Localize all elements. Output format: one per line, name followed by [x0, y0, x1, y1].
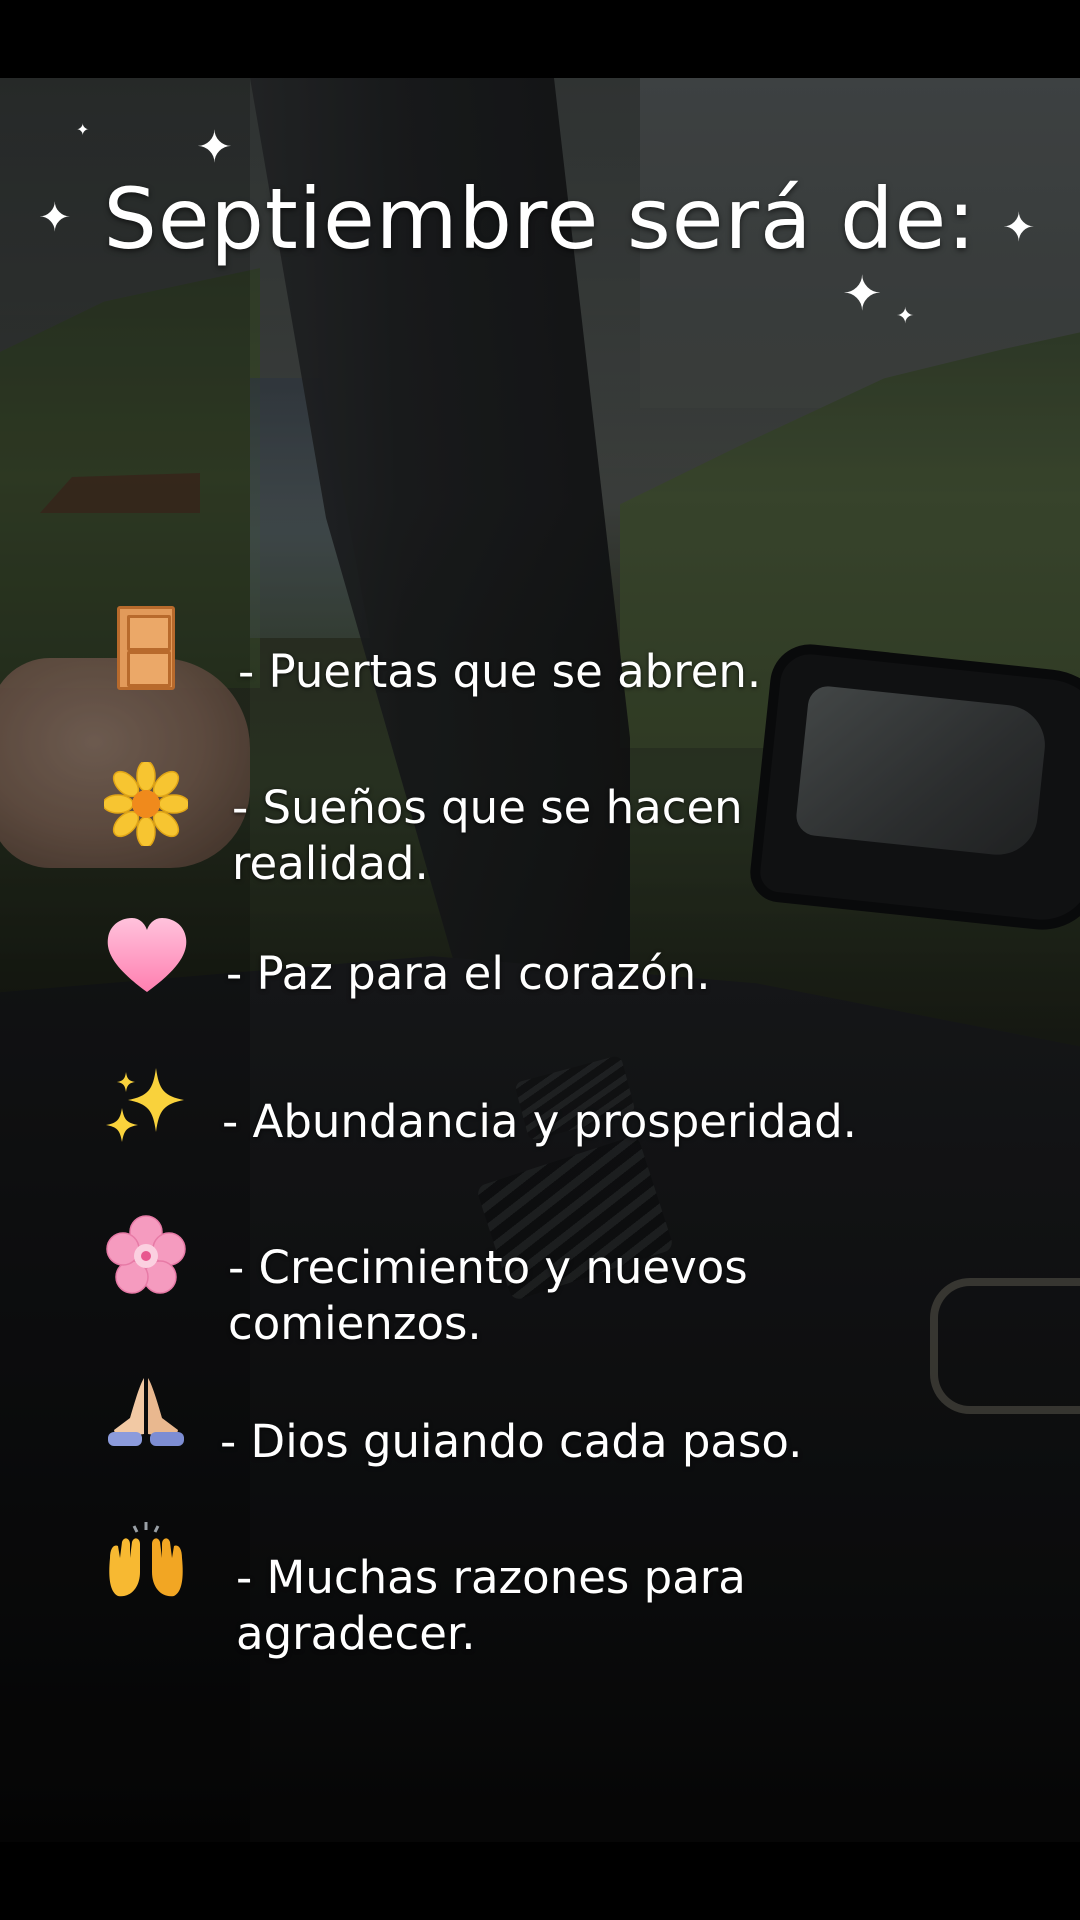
folded-hands-icon: [104, 1374, 188, 1454]
door-icon: [117, 606, 175, 690]
cherry-blossom-icon: [104, 1214, 188, 1302]
list-item-text: - Muchas razones para agradecer.: [236, 1551, 746, 1660]
list-item-text: - Paz para el corazón.: [226, 947, 711, 1000]
sparkles-icon: [104, 1064, 188, 1152]
list-item-text: - Crecimiento y nuevos comienzos.: [228, 1241, 748, 1350]
list-item-text: - Sueños que se hacen realidad.: [232, 781, 743, 890]
sunflower-icon: [102, 760, 190, 850]
page-title: Septiembre será de:: [103, 170, 977, 268]
sparkle-star-icon: ✦: [896, 304, 915, 329]
sparkle-star-icon: ✦: [842, 266, 883, 322]
sparkle-star-icon: ✦: [196, 122, 233, 173]
list-item-text: - Abundancia y prosperidad.: [222, 1095, 857, 1148]
list-item-text: - Dios guiando cada paso.: [220, 1415, 803, 1468]
sparkle-star-icon: ✦: [76, 120, 90, 139]
pink-heart-icon: [104, 916, 190, 1000]
list-item-text: - Puertas que se abren.: [238, 645, 762, 698]
raising-hands-icon: [104, 1518, 188, 1606]
